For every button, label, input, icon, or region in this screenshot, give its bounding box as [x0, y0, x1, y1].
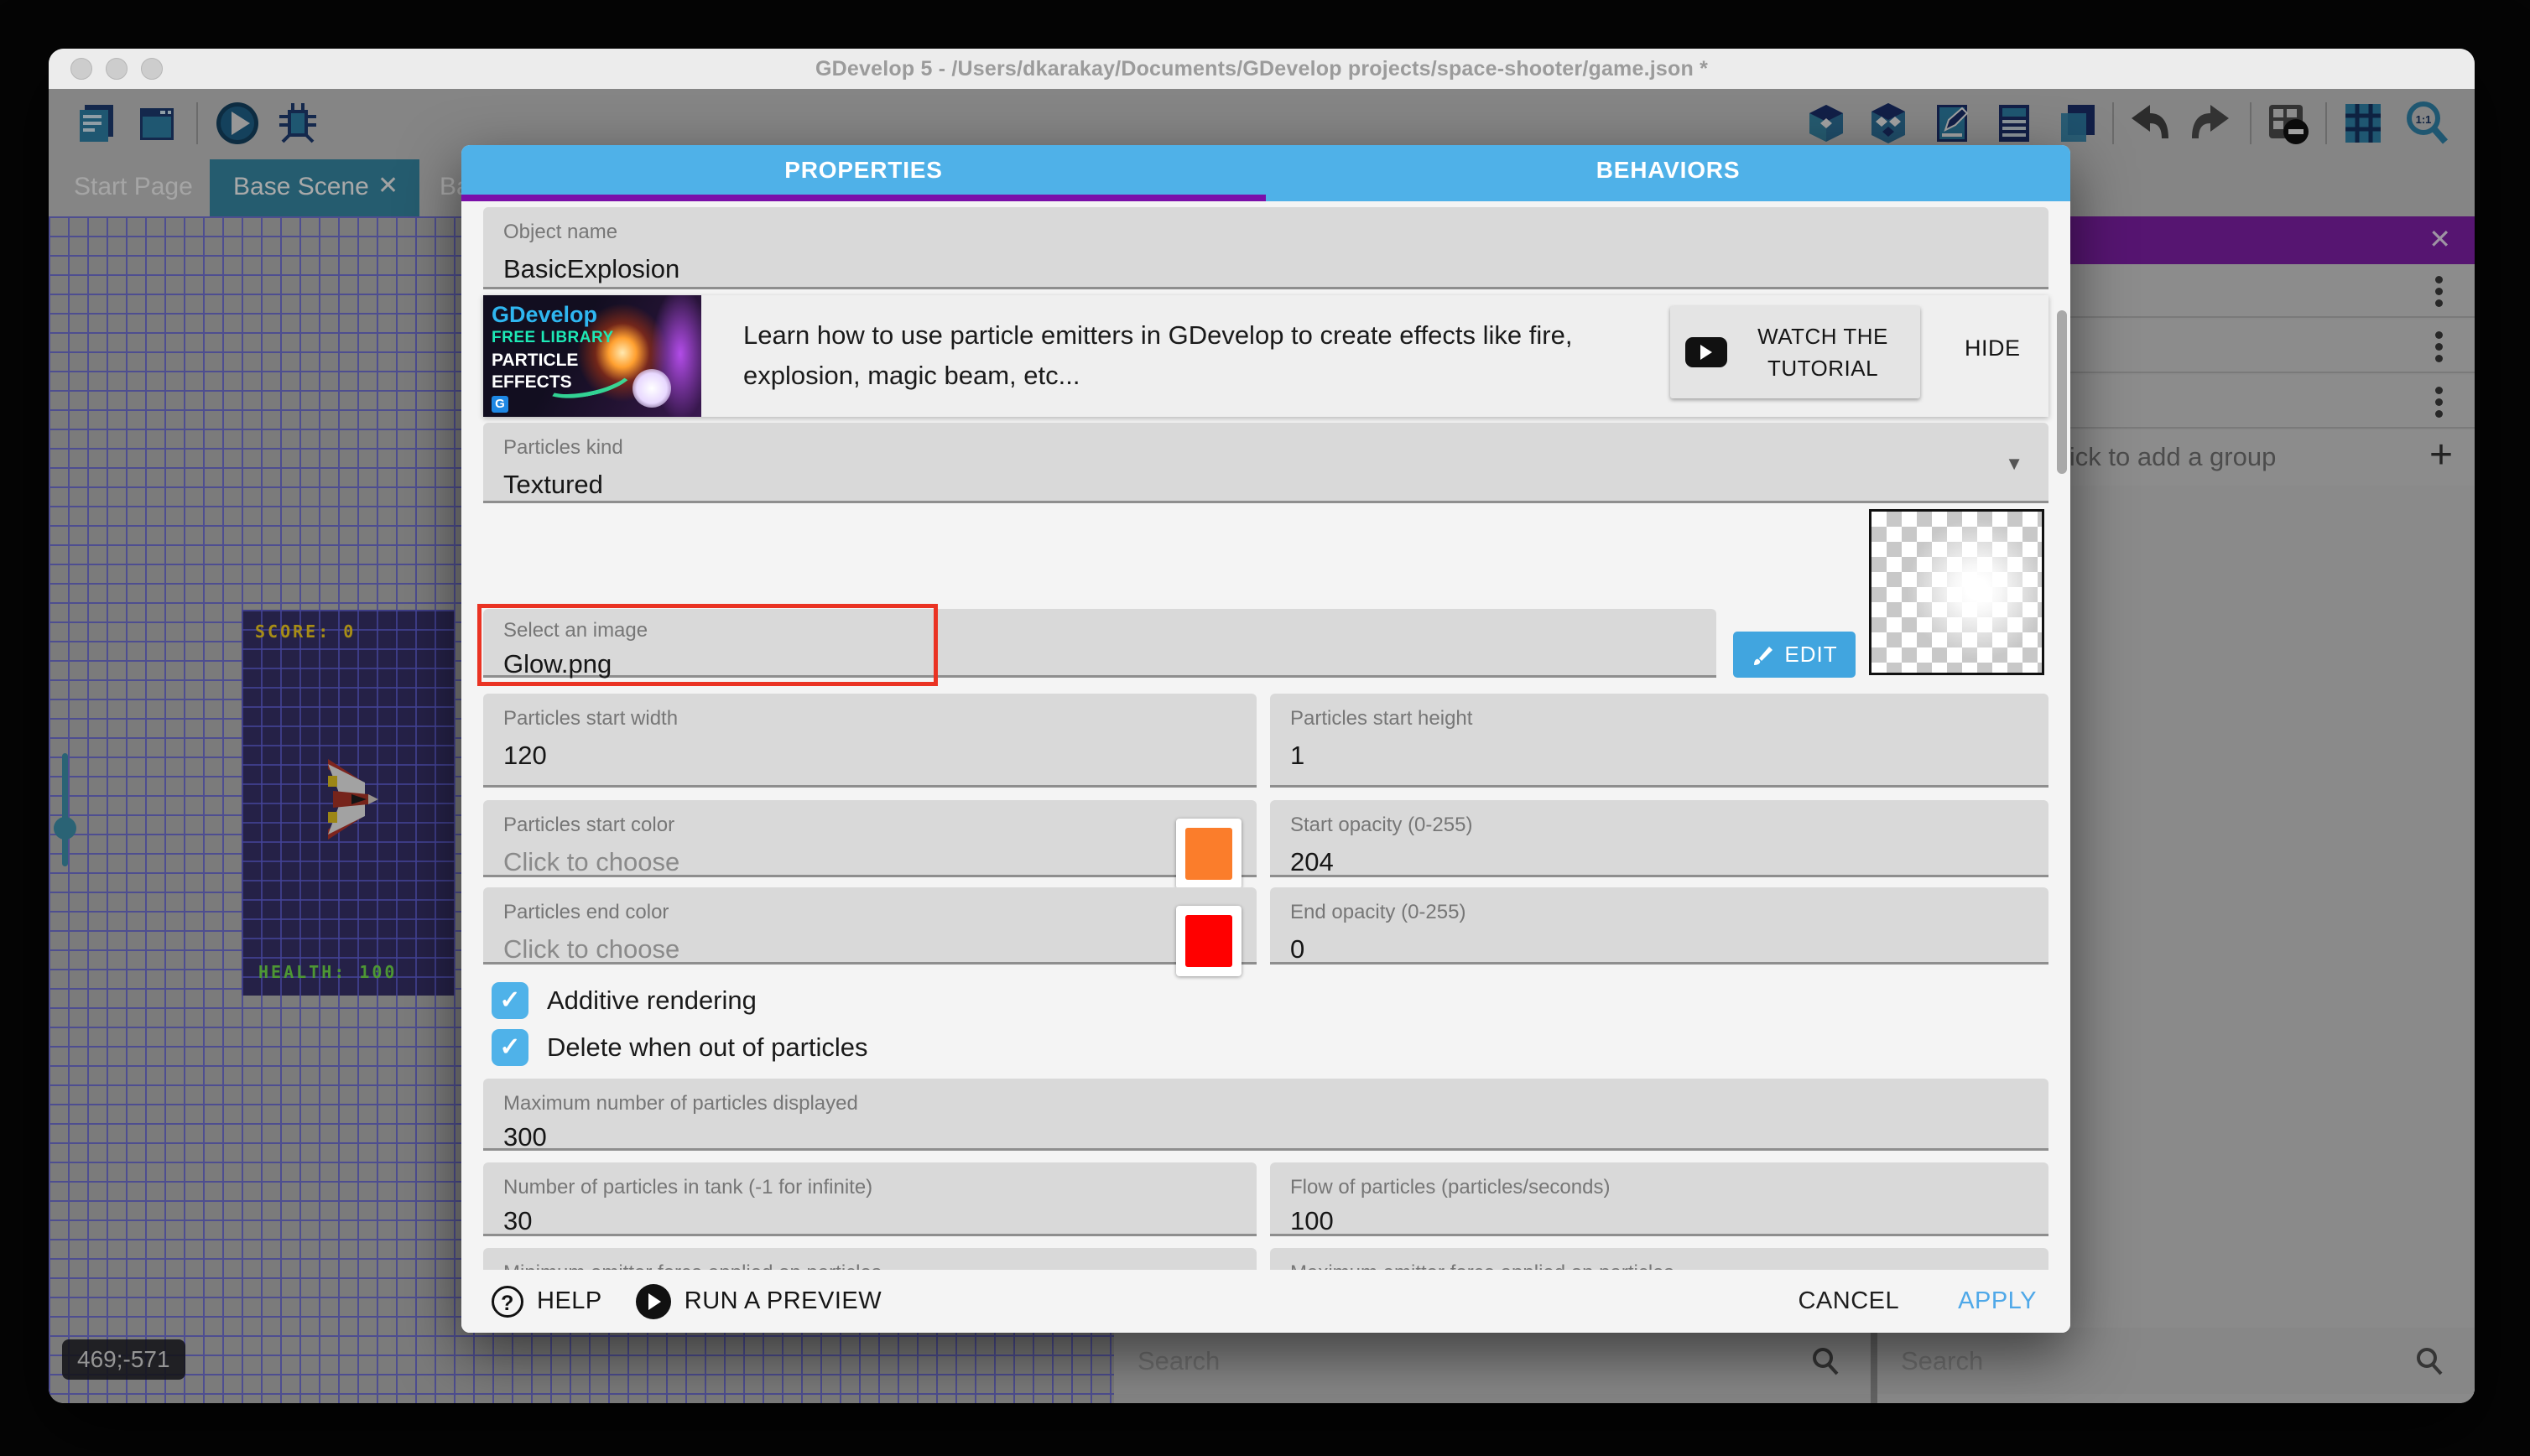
apply-button[interactable]: APPLY: [1958, 1287, 2037, 1315]
chevron-down-icon: ▼: [2005, 453, 2023, 475]
help-icon: ?: [492, 1286, 523, 1318]
start-width-field[interactable]: Particles start width 120: [483, 694, 1257, 788]
flow-label: Flow of particles (particles/seconds): [1290, 1176, 2028, 1199]
particles-kind-value: Textured: [503, 470, 2028, 500]
help-button[interactable]: ? HELP: [492, 1286, 602, 1318]
dialog-tabbar: PROPERTIES BEHAVIORS: [461, 145, 2070, 201]
cancel-button[interactable]: CANCEL: [1798, 1287, 1899, 1315]
particles-kind-label: Particles kind: [503, 436, 2028, 460]
gdevelop-logo: G: [492, 396, 508, 413]
flow-field[interactable]: Flow of particles (particles/seconds) 10…: [1270, 1162, 2048, 1236]
run-preview-label: RUN A PREVIEW: [685, 1287, 882, 1315]
thumb-line4: EFFECTS: [492, 372, 572, 393]
watch-tutorial-label: WATCH THE TUTORIAL: [1741, 320, 1905, 384]
start-height-field[interactable]: Particles start height 1: [1270, 694, 2048, 788]
max-particles-field[interactable]: Maximum number of particles displayed 30…: [483, 1079, 2048, 1151]
edit-button-label: EDIT: [1784, 642, 1837, 668]
brush-icon: [1751, 643, 1774, 667]
additive-rendering-row: ✓ Additive rendering: [492, 982, 757, 1019]
select-image-label: Select an image: [503, 619, 1696, 642]
max-particles-label: Maximum number of particles displayed: [503, 1092, 2028, 1115]
run-preview-button[interactable]: RUN A PREVIEW: [636, 1284, 882, 1319]
thumb-title: GDevelop: [492, 302, 597, 328]
dialog-footer: ? HELP RUN A PREVIEW CANCEL APPLY: [461, 1270, 2070, 1333]
watch-tutorial-button[interactable]: WATCH THE TUTORIAL: [1670, 306, 1920, 398]
tank-value: 30: [503, 1206, 1236, 1236]
start-height-value: 1: [1290, 741, 2028, 771]
max-particles-value: 300: [503, 1122, 2028, 1152]
flow-value: 100: [1290, 1206, 2028, 1236]
end-opacity-label: End opacity (0-255): [1290, 901, 2028, 924]
object-properties-dialog: PROPERTIES BEHAVIORS Object name BasicEx…: [461, 145, 2070, 1333]
additive-rendering-checkbox[interactable]: ✓: [492, 982, 528, 1019]
start-color-label: Particles start color: [503, 814, 1236, 837]
start-width-value: 120: [503, 741, 1236, 771]
tutorial-text: Learn how to use particle emitters in GD…: [743, 315, 1649, 396]
app-window: GDevelop 5 - /Users/dkarakay/Documents/G…: [49, 49, 2475, 1403]
tutorial-thumbnail[interactable]: GDevelop FREE LIBRARY PARTICLE EFFECTS G: [483, 295, 701, 417]
thumb-line3: PARTICLE: [492, 351, 578, 371]
tab-behaviors-label: BEHAVIORS: [1596, 157, 1741, 184]
delete-when-out-row: ✓ Delete when out of particles: [492, 1029, 868, 1066]
thumb-orb-art: [632, 369, 671, 408]
tab-behaviors[interactable]: BEHAVIORS: [1266, 145, 2070, 195]
end-color-label: Particles end color: [503, 901, 1236, 924]
object-name-field[interactable]: Object name BasicExplosion: [483, 207, 2048, 289]
object-name-label: Object name: [503, 221, 2028, 244]
youtube-icon: [1685, 337, 1727, 367]
delete-when-out-label: Delete when out of particles: [547, 1032, 868, 1063]
end-color-swatch: [1185, 915, 1232, 967]
additive-rendering-label: Additive rendering: [547, 985, 757, 1016]
thumb-subtitle: FREE LIBRARY: [492, 329, 614, 347]
select-image-field[interactable]: Select an image Glow.png: [483, 609, 1716, 678]
window-title: GDevelop 5 - /Users/dkarakay/Documents/G…: [49, 57, 2475, 81]
tab-properties-label: PROPERTIES: [784, 157, 942, 184]
end-color-swatch-button[interactable]: [1176, 906, 1242, 976]
end-opacity-field[interactable]: End opacity (0-255) 0: [1270, 887, 2048, 965]
start-color-swatch-button[interactable]: [1176, 819, 1242, 889]
play-circle-icon: [636, 1284, 671, 1319]
tank-field[interactable]: Number of particles in tank (-1 for infi…: [483, 1162, 1257, 1236]
start-opacity-field[interactable]: Start opacity (0-255) 204: [1270, 800, 2048, 877]
tutorial-banner: GDevelop FREE LIBRARY PARTICLE EFFECTS G…: [483, 295, 2048, 417]
end-opacity-value: 0: [1290, 934, 2028, 965]
edit-image-button[interactable]: EDIT: [1733, 632, 1856, 678]
select-image-value: Glow.png: [503, 649, 1696, 679]
start-height-label: Particles start height: [1290, 707, 2028, 731]
start-opacity-label: Start opacity (0-255): [1290, 814, 2028, 837]
start-width-label: Particles start width: [503, 707, 1236, 731]
start-color-placeholder: Click to choose: [503, 847, 1236, 877]
tank-label: Number of particles in tank (-1 for infi…: [503, 1176, 1236, 1199]
dialog-scrollbar-thumb[interactable]: [2057, 310, 2067, 474]
tab-properties[interactable]: PROPERTIES: [461, 145, 1266, 195]
start-color-swatch: [1185, 828, 1232, 880]
end-color-field[interactable]: Particles end color Click to choose: [483, 887, 1257, 965]
end-color-placeholder: Click to choose: [503, 934, 1236, 965]
help-label: HELP: [537, 1287, 602, 1315]
particle-image-preview: [1869, 509, 2044, 675]
active-tab-underline: [461, 195, 1266, 201]
delete-when-out-checkbox[interactable]: ✓: [492, 1029, 528, 1066]
titlebar: GDevelop 5 - /Users/dkarakay/Documents/G…: [49, 49, 2475, 89]
particles-kind-select[interactable]: Particles kind Textured ▼: [483, 423, 2048, 503]
start-opacity-value: 204: [1290, 847, 2028, 877]
start-color-field[interactable]: Particles start color Click to choose: [483, 800, 1257, 877]
object-name-value: BasicExplosion: [503, 254, 2028, 284]
hide-button[interactable]: HIDE: [1965, 335, 2021, 361]
